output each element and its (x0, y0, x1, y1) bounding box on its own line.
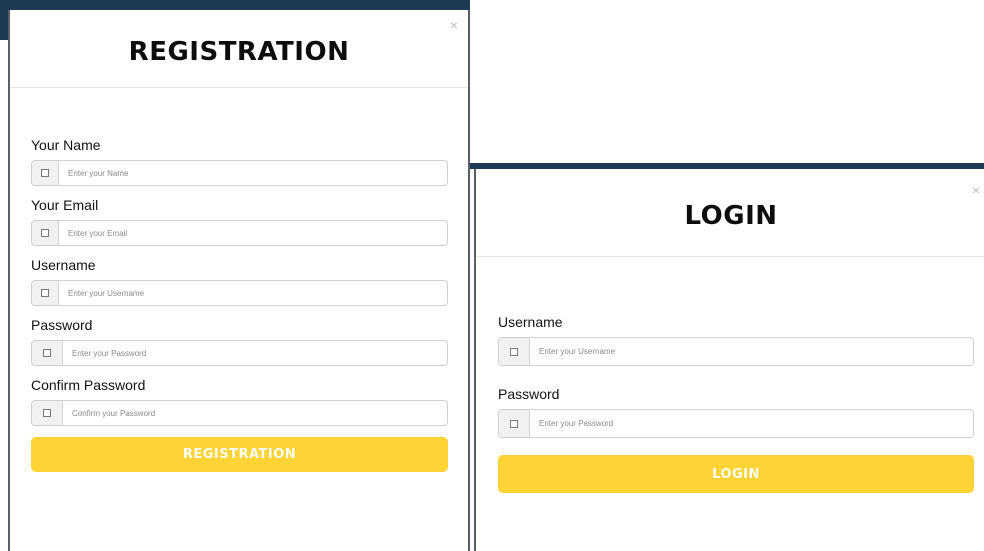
name-square-icon (32, 161, 59, 185)
username-square-icon (32, 281, 59, 305)
login-modal-header: LOGIN × (476, 169, 984, 257)
confirm-password-field-group: Confirm Password (31, 377, 448, 426)
registration-form: Your Name Your Email Username Password (10, 88, 468, 472)
login-form: Username Password LOGIN (476, 257, 984, 493)
confirm-password-input-group (31, 400, 448, 426)
registration-modal: REGISTRATION × Your Name Your Email User… (8, 10, 470, 551)
email-input-group (31, 220, 448, 246)
password-square-icon (32, 341, 63, 365)
username-input[interactable] (59, 281, 447, 305)
login-close-icon[interactable]: × (972, 183, 980, 197)
login-password-input[interactable] (530, 410, 973, 437)
registration-submit-button[interactable]: REGISTRATION (31, 437, 448, 472)
login-username-square-icon (499, 338, 530, 365)
username-field-group: Username (31, 257, 448, 306)
login-username-field-group: Username (498, 314, 974, 366)
password-input[interactable] (63, 341, 447, 365)
email-square-icon (32, 221, 59, 245)
login-modal: LOGIN × Username Password LOGIN (474, 169, 984, 551)
confirm-password-label: Confirm Password (31, 377, 146, 393)
login-password-field-group: Password (498, 386, 974, 438)
login-password-square-icon (499, 410, 530, 437)
login-username-label: Username (498, 314, 563, 330)
password-field-group: Password (31, 317, 448, 366)
password-label: Password (31, 317, 93, 333)
password-input-group (31, 340, 448, 366)
login-password-input-group (498, 409, 974, 438)
login-title: LOGIN (684, 201, 778, 231)
login-username-input[interactable] (530, 338, 973, 365)
login-submit-button[interactable]: LOGIN (498, 455, 974, 493)
login-password-label: Password (498, 386, 560, 402)
name-label: Your Name (31, 137, 101, 153)
registration-title: REGISTRATION (128, 37, 350, 67)
username-label: Username (31, 257, 96, 273)
name-input-group (31, 160, 448, 186)
confirm-password-square-icon (32, 401, 63, 425)
registration-modal-header: REGISTRATION × (10, 10, 468, 88)
name-field-group: Your Name (31, 137, 448, 186)
email-label: Your Email (31, 197, 99, 213)
username-input-group (31, 280, 448, 306)
email-input[interactable] (59, 221, 447, 245)
name-input[interactable] (59, 161, 447, 185)
registration-close-icon[interactable]: × (450, 18, 458, 32)
login-username-input-group (498, 337, 974, 366)
email-field-group: Your Email (31, 197, 448, 246)
confirm-password-input[interactable] (63, 401, 447, 425)
